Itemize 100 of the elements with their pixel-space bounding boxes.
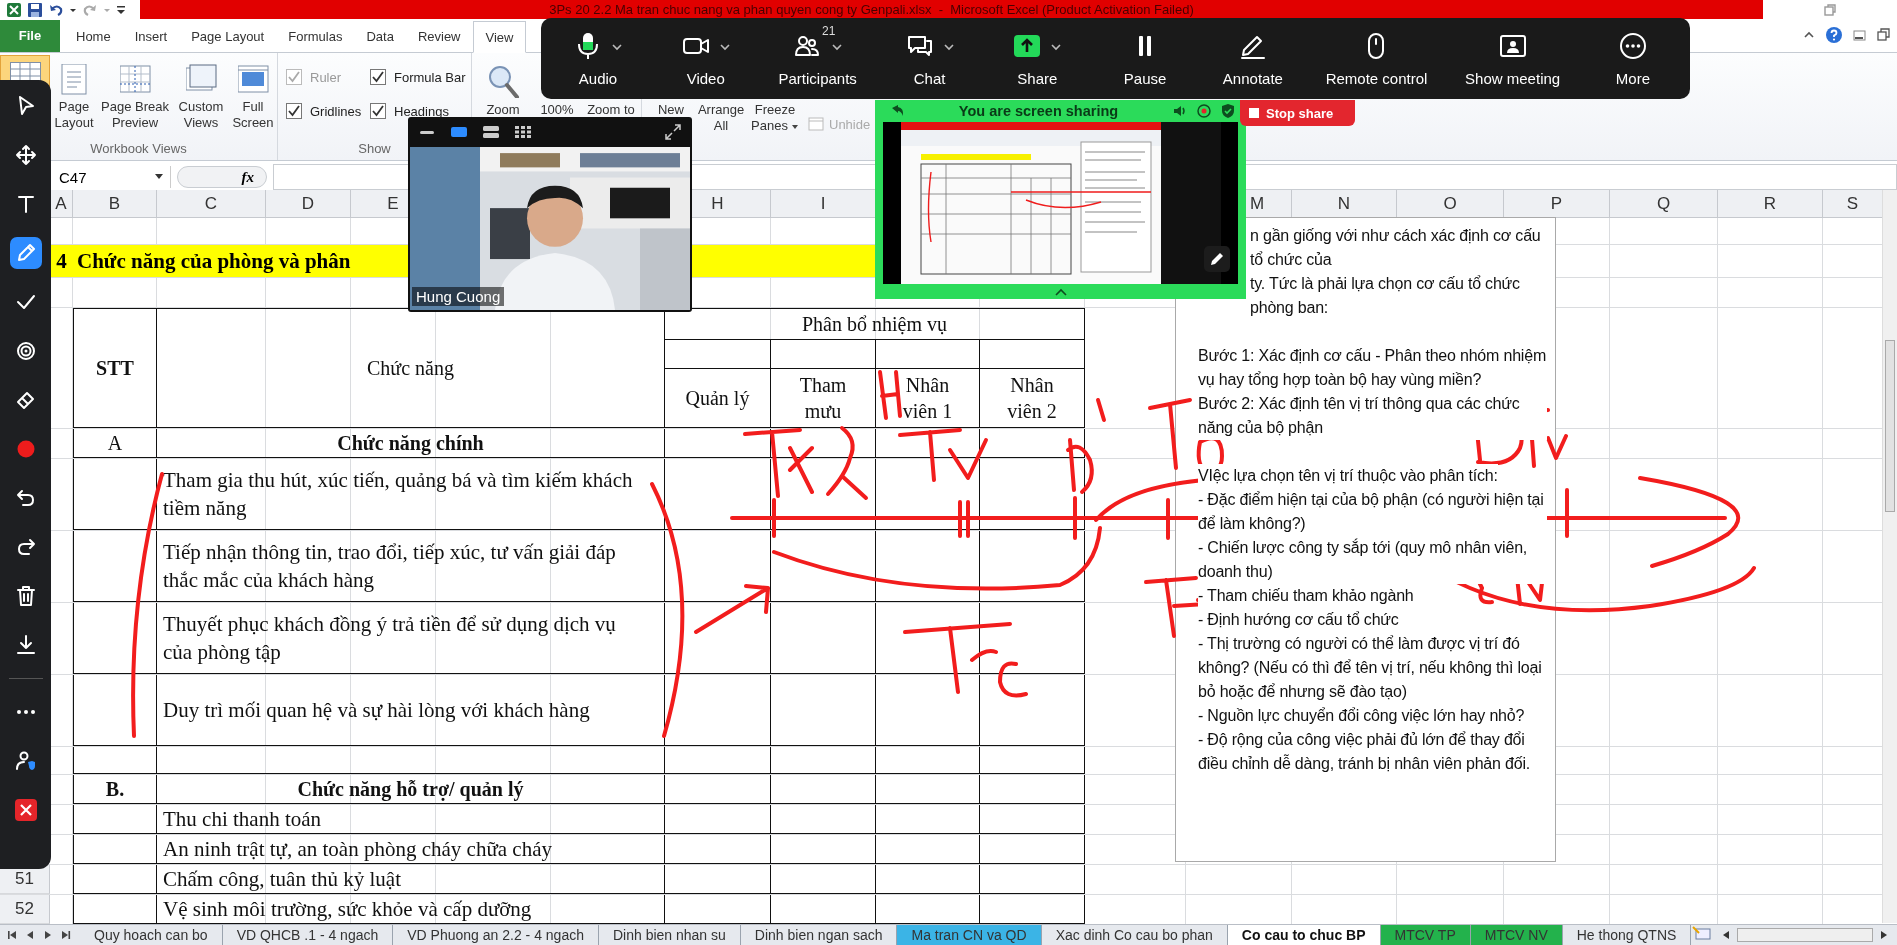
ribbon-tab[interactable]: Data: [354, 21, 406, 52]
checkbox[interactable]: Formula Bar: [370, 69, 474, 85]
window-button[interactable]: Freeze Panes: [746, 101, 804, 135]
table-cell: Chức năng hỗ trợ/ quản lý: [157, 775, 665, 804]
section-number: 4: [50, 245, 73, 277]
sheet-tab[interactable]: MTCV TP: [1380, 925, 1471, 945]
chevron-down-icon[interactable]: [718, 41, 731, 53]
participant-name: Hung Cuong: [412, 287, 505, 306]
caret-down-icon: [154, 173, 164, 181]
view-button[interactable]: Full Screen: [230, 55, 276, 132]
toolbar-button[interactable]: Annotate: [1217, 30, 1288, 87]
last-sheet-icon[interactable]: [60, 929, 72, 941]
column-header[interactable]: H: [711, 193, 724, 214]
ribbon-tab[interactable]: Page Layout: [179, 21, 277, 52]
chevron-down-icon[interactable]: [1050, 41, 1063, 53]
table-cell: Chấm công, tuân thủ kỷ luật: [157, 865, 665, 894]
screen-icon: [237, 64, 269, 95]
checkmark-icon: [287, 70, 301, 84]
more-icon: [1617, 31, 1648, 61]
stop-square-icon: [1248, 107, 1260, 119]
restore-window-icon[interactable]: [1877, 28, 1891, 42]
group-label: Show: [358, 141, 391, 156]
column-header[interactable]: Q: [1656, 193, 1671, 214]
pen-icon[interactable]: [9, 237, 42, 269]
scroll-right-icon: [1879, 930, 1889, 940]
column-header[interactable]: A: [55, 193, 67, 214]
single-view-icon[interactable]: [450, 125, 468, 139]
chevron-down-icon[interactable]: [942, 41, 955, 53]
column-heading: STT: [73, 308, 157, 428]
text-box[interactable]: [1175, 217, 1556, 862]
grid-icon: [9, 62, 41, 83]
ribbon-tab[interactable]: View: [472, 21, 527, 53]
toolbar-button[interactable]: Show meeting: [1465, 30, 1561, 87]
table-cell: Tiếp nhận thông tin, trao đổi, tiếp xúc, tư vấn giải đáp thắc mắc của khách hàng: [157, 531, 665, 602]
first-sheet-icon[interactable]: [6, 929, 18, 941]
column-header[interactable]: S: [1846, 193, 1859, 214]
column-header[interactable]: P: [1550, 193, 1563, 214]
checkbox[interactable]: Gridlines: [286, 103, 370, 119]
column-header[interactable]: E: [387, 193, 399, 214]
window-button[interactable]: New: [646, 101, 696, 119]
minimize-window-icon[interactable]: [1853, 28, 1867, 42]
checkbox[interactable]: Headings: [370, 103, 474, 119]
view-button[interactable]: Page Layout: [50, 55, 98, 132]
column-header[interactable]: O: [1443, 193, 1457, 214]
file-tab[interactable]: File: [0, 20, 60, 52]
toolbar-button[interactable]: Video: [670, 30, 741, 87]
sheet-tab[interactable]: MTCV NV: [1470, 925, 1563, 945]
toolbar-button[interactable]: Pause: [1110, 30, 1181, 87]
page-icon: [58, 64, 90, 95]
zoom-option-button[interactable]: Zoom to: [584, 101, 638, 119]
sheet-tab[interactable]: Co cau to chuc BP: [1227, 925, 1381, 945]
help-icon[interactable]: [1825, 26, 1843, 44]
chevron-down-icon[interactable]: [831, 41, 844, 53]
scroll-left-icon: [1721, 930, 1732, 940]
table-cell: B.: [73, 775, 157, 804]
column-header[interactable]: N: [1337, 193, 1351, 214]
pencil-icon[interactable]: [1204, 246, 1230, 272]
grid-view-icon[interactable]: [514, 125, 532, 139]
toolbar-button[interactable]: More: [1597, 30, 1668, 87]
column-header[interactable]: I: [820, 193, 826, 214]
toolbar-button[interactable]: Chat: [894, 30, 965, 87]
stop-share-button[interactable]: Stop share: [1240, 100, 1355, 126]
column-heading: Nhân viên 1: [876, 368, 980, 428]
split-view-icon[interactable]: [482, 125, 500, 139]
column-header[interactable]: R: [1763, 193, 1777, 214]
restore-window-icon[interactable]: [1823, 2, 1837, 17]
shield-icon[interactable]: [1220, 103, 1236, 119]
page-break-icon: [119, 64, 151, 95]
column-heading: Nhân viên 2: [980, 368, 1085, 428]
speaker-icon[interactable]: [1172, 103, 1188, 119]
chevron-down-icon[interactable]: [611, 41, 623, 53]
expand-icon[interactable]: [664, 123, 682, 141]
toolbar-button[interactable]: Share: [1002, 30, 1073, 87]
column-header[interactable]: C: [204, 193, 218, 214]
view-button[interactable]: Page Break Preview: [98, 55, 172, 132]
insert-function-button[interactable]: fx: [239, 168, 256, 186]
checkmark-icon: [371, 104, 385, 118]
ribbon-tab[interactable]: Home: [64, 21, 123, 52]
row-number[interactable]: 52: [0, 895, 50, 924]
column-header[interactable]: M: [1250, 193, 1265, 214]
chevron-up-icon[interactable]: [1053, 287, 1068, 297]
toolbar-button[interactable]: Remote control: [1325, 30, 1428, 87]
sheet-tab[interactable]: Ma tran CN va QD: [897, 925, 1042, 945]
view-button[interactable]: Custom Views: [172, 55, 230, 132]
column-header[interactable]: D: [301, 193, 315, 214]
column-header[interactable]: B: [108, 193, 121, 214]
ribbon-tab[interactable]: Formulas: [276, 21, 355, 52]
save-icon[interactable]: [27, 1, 43, 18]
vertical-scrollbar[interactable]: [1882, 190, 1897, 923]
zoom-option-button[interactable]: 100%: [530, 101, 584, 119]
table-cell: Thuyết phục khách đồng ý trả tiền để sử dụng dịch vụ của phòng tập: [157, 603, 665, 674]
zoom-button[interactable]: Zoom: [476, 55, 530, 119]
ribbon-tab[interactable]: Insert: [122, 21, 180, 52]
function-field[interactable]: fx: [177, 166, 267, 188]
ribbon-tab[interactable]: Review: [405, 21, 473, 52]
toolbar-button[interactable]: Audio: [563, 30, 633, 87]
record-icon[interactable]: [1196, 103, 1212, 119]
window-button[interactable]: Arrange All: [696, 101, 746, 135]
name-box[interactable]: C47: [53, 166, 171, 188]
column-heading: Quản lý: [665, 368, 771, 428]
